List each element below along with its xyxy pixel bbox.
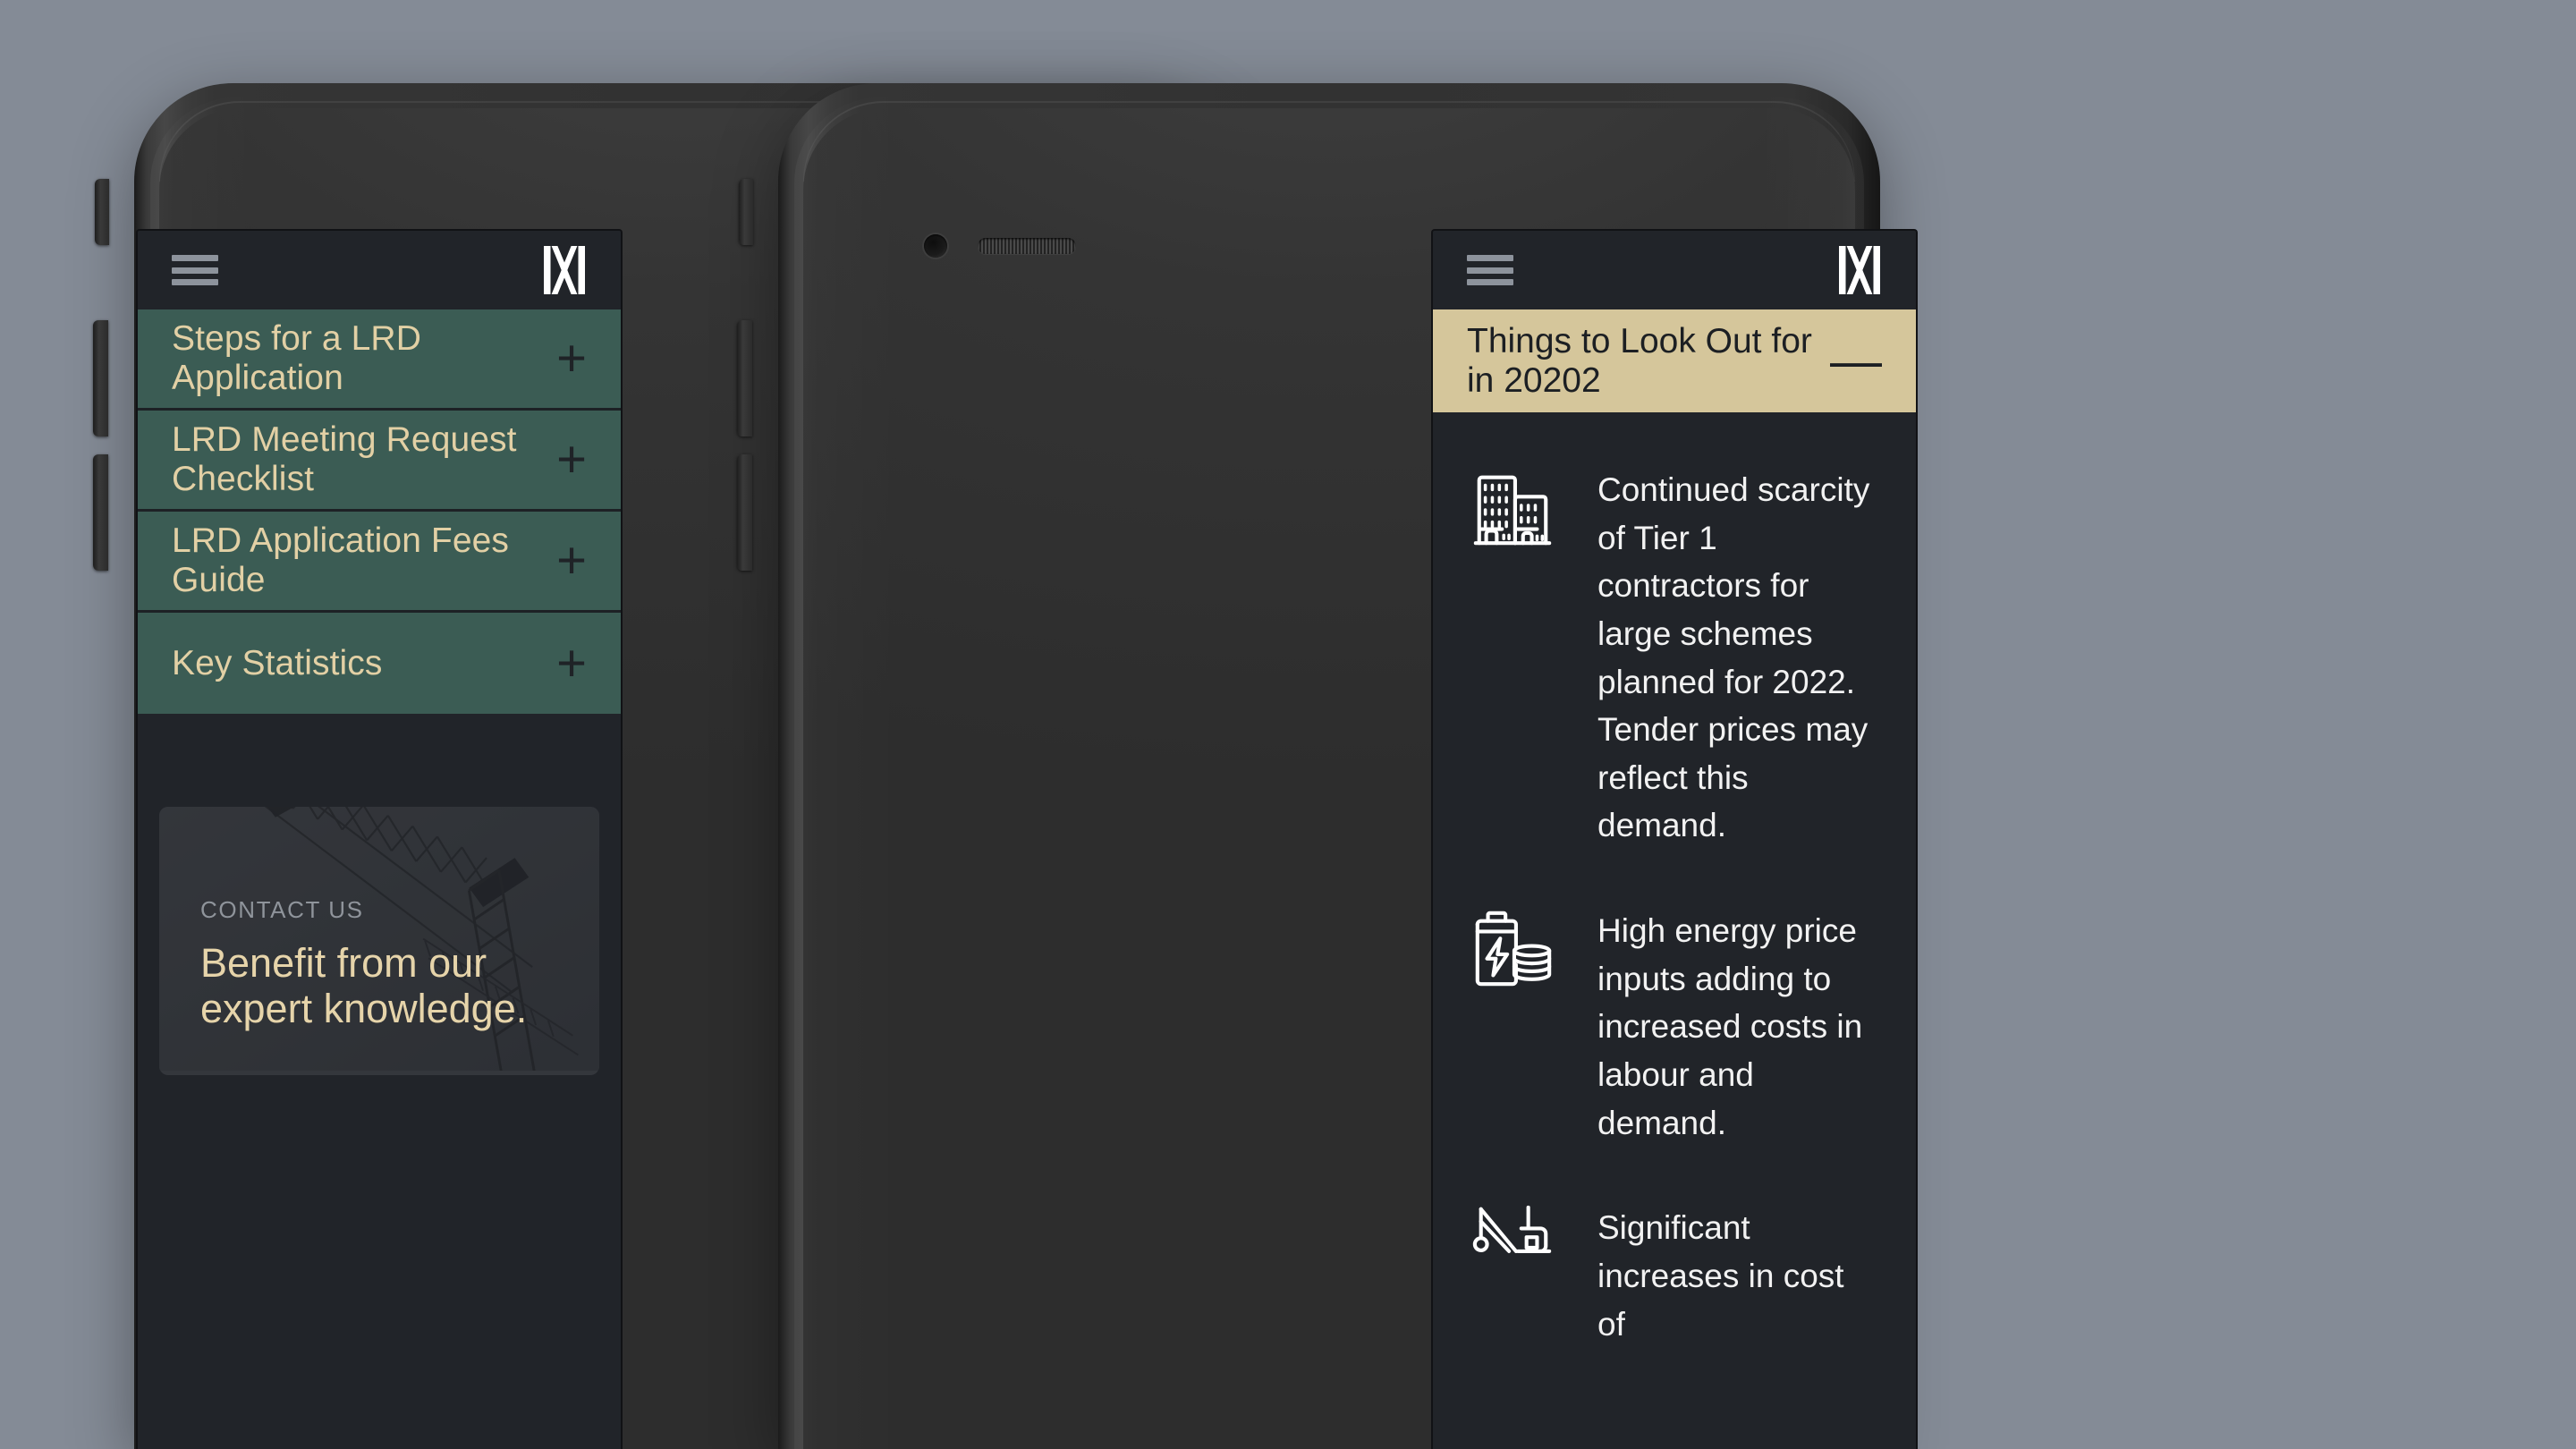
contact-headline: Benefit from our expert knowledge. bbox=[200, 939, 528, 1032]
accordion-item[interactable]: LRD Meeting Request Checklist + bbox=[138, 411, 621, 512]
accordion-item-label: Key Statistics bbox=[172, 643, 383, 682]
right-phone-volume-down[interactable] bbox=[737, 454, 752, 571]
brand-monogram-logo[interactable] bbox=[544, 246, 585, 294]
hamburger-menu-icon[interactable] bbox=[1467, 255, 1513, 285]
right-phone-volume-up[interactable] bbox=[737, 320, 752, 436]
hamburger-menu-icon[interactable] bbox=[172, 255, 218, 285]
left-accordion-list: Steps for a LRD Application + LRD Meetin… bbox=[138, 309, 621, 714]
hamburger-bar-3 bbox=[172, 279, 218, 285]
hamburger-bar-1 bbox=[1467, 255, 1513, 261]
accordion-item[interactable]: Steps for a LRD Application + bbox=[138, 309, 621, 411]
plus-icon[interactable]: + bbox=[556, 434, 587, 486]
left-phone-mute-switch[interactable] bbox=[95, 179, 109, 245]
screenshot-canvas: Steps for a LRD Application + LRD Meetin… bbox=[0, 0, 2576, 1449]
accordion-item[interactable]: LRD Application Fees Guide + bbox=[138, 512, 621, 613]
hamburger-bar-1 bbox=[172, 255, 218, 261]
contact-kicker-label: CONTACT US bbox=[200, 895, 364, 923]
feature-row: High energy price inputs adding to incre… bbox=[1469, 905, 1880, 1147]
hamburger-bar-2 bbox=[172, 267, 218, 274]
plus-icon[interactable]: + bbox=[556, 535, 587, 587]
left-phone-volume-down[interactable] bbox=[93, 454, 108, 571]
front-camera-icon bbox=[924, 234, 947, 258]
plus-icon[interactable]: + bbox=[556, 637, 587, 690]
battery-energy-cost-icon bbox=[1475, 911, 1552, 987]
right-site-header bbox=[1433, 231, 1916, 309]
hamburger-bar-2 bbox=[1467, 267, 1513, 274]
accordion-panel-body: Continued scarcity of Tier 1 contractors… bbox=[1433, 412, 1916, 1349]
office-buildings-icon bbox=[1473, 475, 1552, 546]
accordion-item[interactable]: Key Statistics + bbox=[138, 613, 621, 714]
feature-text: Significant increases in cost of bbox=[1597, 1209, 1844, 1343]
left-phone-screen: Steps for a LRD Application + LRD Meetin… bbox=[136, 229, 623, 1449]
plus-icon[interactable]: + bbox=[556, 333, 587, 385]
feature-row: Continued scarcity of Tier 1 contractors… bbox=[1469, 464, 1880, 850]
crane-construction-icon bbox=[1472, 1206, 1552, 1254]
left-phone-volume-up[interactable] bbox=[93, 320, 108, 436]
contact-card-content: CONTACT US Benefit from our expert knowl… bbox=[200, 896, 564, 1033]
left-site-header bbox=[138, 231, 621, 309]
left-content-gap bbox=[138, 714, 621, 807]
earpiece-speaker bbox=[978, 238, 1076, 254]
contact-us-card[interactable]: CONTACT US Benefit from our expert knowl… bbox=[159, 807, 599, 1075]
hamburger-bar-3 bbox=[1467, 279, 1513, 285]
feature-row: Significant increases in cost of bbox=[1469, 1202, 1880, 1348]
right-phone-screen: Things to Look Out for in 20202 — Contin… bbox=[1431, 229, 1918, 1449]
accordion-item-label: LRD Meeting Request Checklist bbox=[172, 420, 517, 498]
right-phone-mute-switch[interactable] bbox=[739, 179, 753, 245]
accordion-item-label: Steps for a LRD Application bbox=[172, 319, 421, 397]
accordion-item-label: LRD Application Fees Guide bbox=[172, 521, 510, 599]
feature-text: Continued scarcity of Tier 1 contractors… bbox=[1597, 471, 1870, 844]
brand-monogram-logo[interactable] bbox=[1839, 246, 1880, 294]
accordion-item-label: Things to Look Out for in 20202 bbox=[1467, 321, 1812, 400]
feature-text: High energy price inputs adding to incre… bbox=[1597, 912, 1863, 1141]
minus-icon[interactable]: — bbox=[1830, 335, 1882, 387]
accordion-item-expanded[interactable]: Things to Look Out for in 20202 — bbox=[1433, 309, 1916, 412]
